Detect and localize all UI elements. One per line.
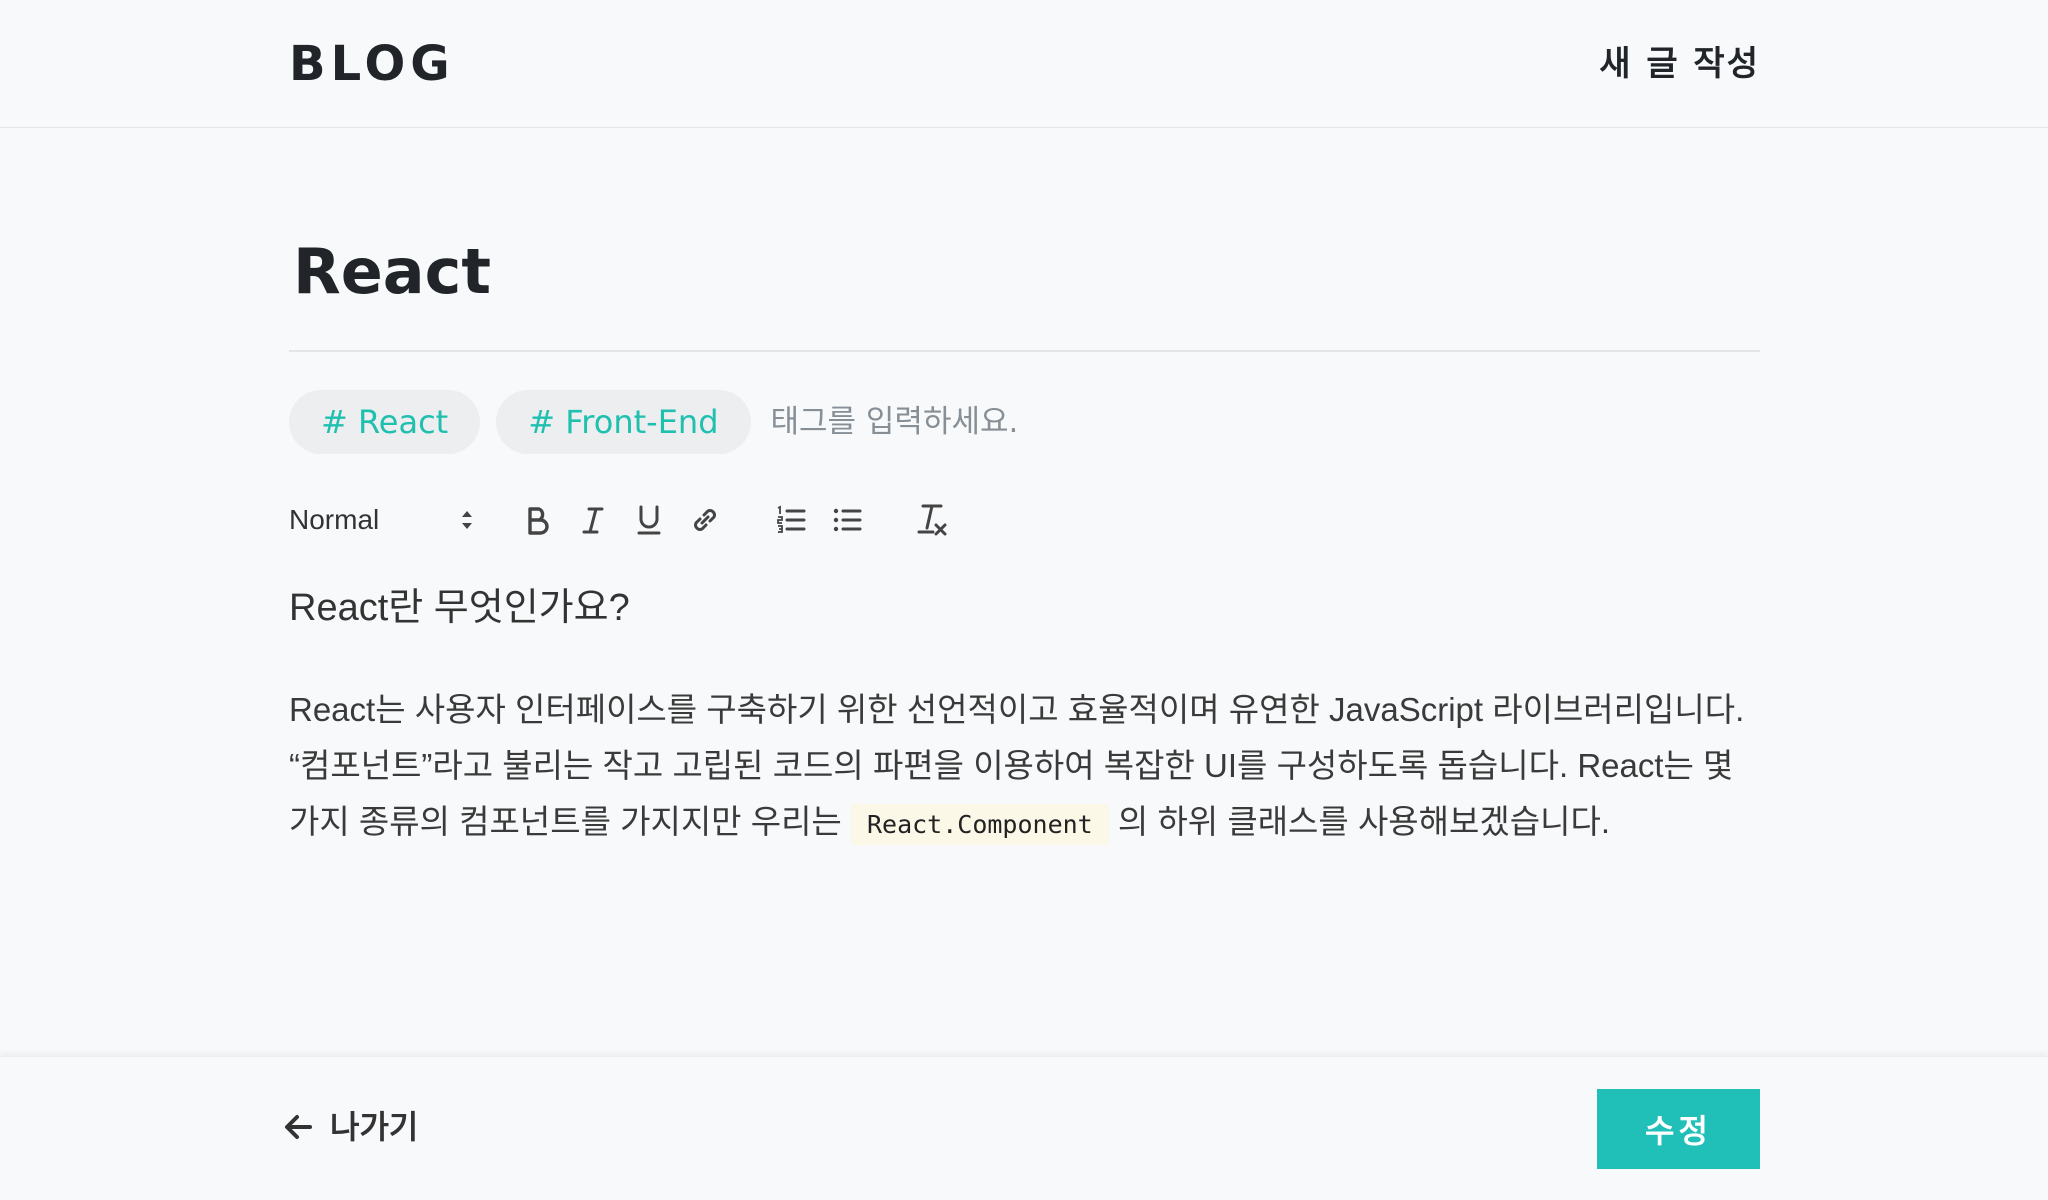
- submit-button[interactable]: 수정: [1597, 1089, 1760, 1169]
- editor-heading: React란 무엇인가요?: [289, 587, 630, 629]
- bold-button[interactable]: [509, 496, 565, 544]
- paragraph-text: 의 하위 클래스를 사용해보겠습니다.: [1108, 803, 1610, 840]
- bullet-list-button[interactable]: [819, 496, 875, 544]
- clear-format-icon: [917, 504, 947, 536]
- select-arrows-icon: [462, 511, 472, 529]
- bullet-list-icon: [833, 508, 862, 532]
- blog-logo[interactable]: BLOG: [289, 36, 455, 92]
- format-select-value: Normal: [289, 504, 380, 535]
- italic-button[interactable]: [565, 496, 621, 544]
- header: BLOG 새 글 작성: [0, 0, 2048, 128]
- underline-button[interactable]: [621, 496, 677, 544]
- back-label: 나가기: [330, 1108, 419, 1146]
- format-select[interactable]: Normal: [289, 496, 475, 544]
- editor-content[interactable]: React란 무엇인가요? React는 사용자 인터페이스를 구축하기 위한 …: [289, 580, 1760, 853]
- italic-icon: [582, 507, 604, 534]
- ordered-list-button[interactable]: [763, 496, 819, 544]
- clear-format-button[interactable]: [905, 496, 961, 544]
- link-button[interactable]: [677, 496, 733, 544]
- arrow-left-icon: [285, 1115, 312, 1139]
- inline-code: React.Component: [850, 804, 1109, 845]
- post-title[interactable]: React: [289, 232, 1760, 312]
- ordered-list-icon: [777, 505, 806, 533]
- back-button[interactable]: 나가기: [282, 1103, 418, 1151]
- tag-chip[interactable]: # Front-End: [496, 390, 751, 454]
- tag-chip[interactable]: # React: [289, 390, 481, 454]
- link-icon: [694, 509, 716, 531]
- editor-paragraph: React는 사용자 인터페이스를 구축하기 위한 선언적이고 효율적이며 유연…: [289, 682, 1760, 853]
- editor-toolbar: Normal: [289, 496, 961, 544]
- title-field[interactable]: React: [289, 232, 1760, 352]
- tag-input[interactable]: [766, 390, 1135, 454]
- tag-list: # React # Front-End: [289, 390, 1135, 454]
- bold-icon: [528, 507, 549, 535]
- new-post-link[interactable]: 새 글 작성: [1599, 42, 1760, 86]
- underline-icon: [637, 505, 661, 535]
- footer: 나가기 수정: [0, 1056, 2048, 1200]
